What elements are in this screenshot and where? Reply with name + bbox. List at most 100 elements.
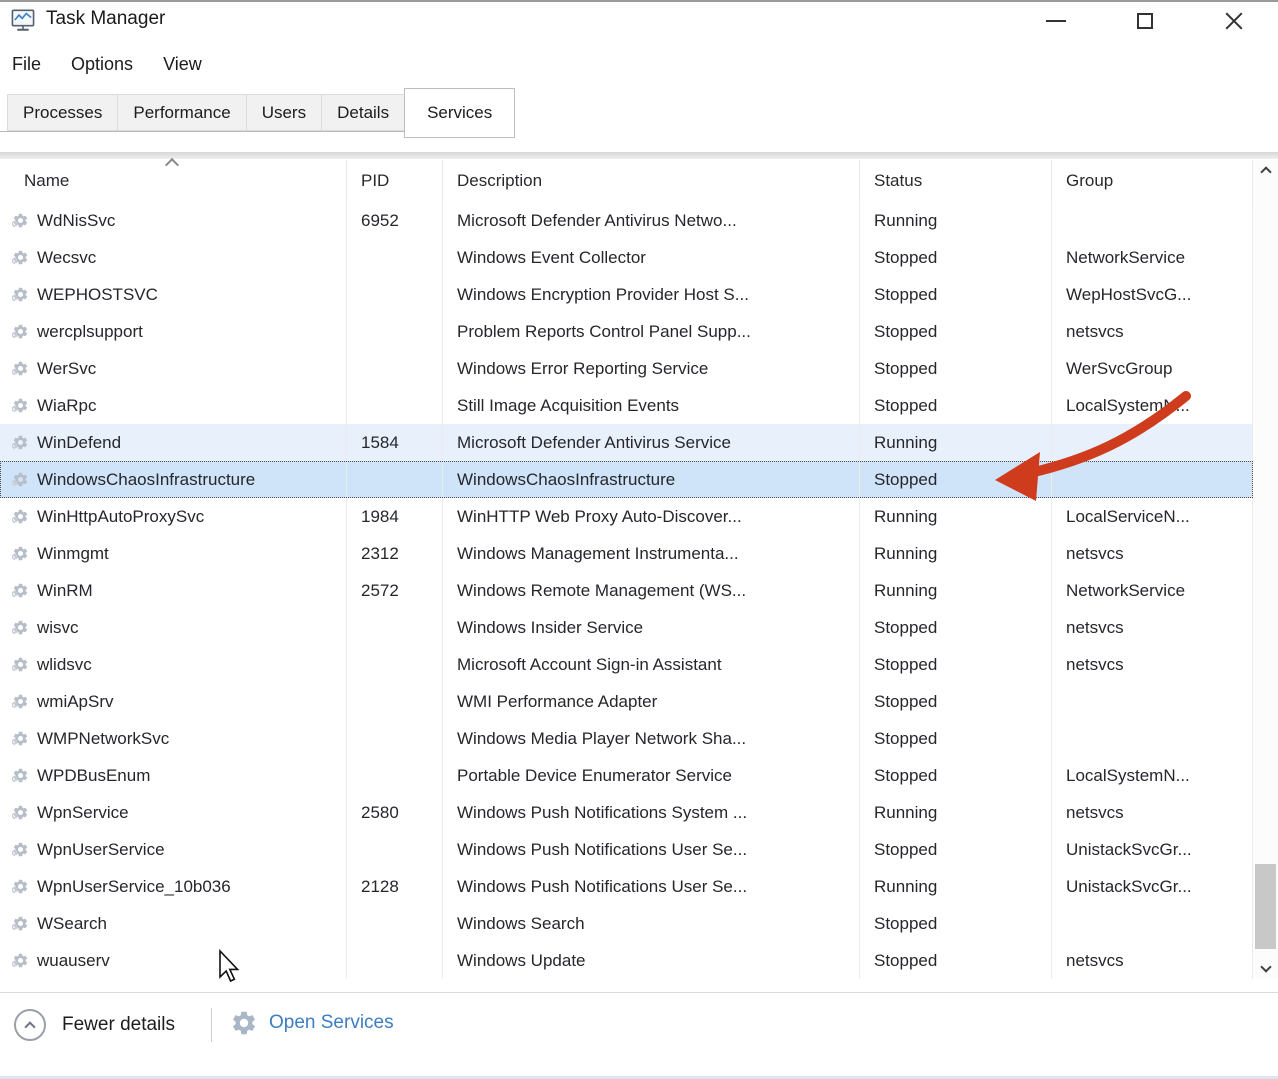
maximize-button[interactable]	[1100, 2, 1189, 40]
service-gear-icon	[12, 286, 29, 303]
service-status: Stopped	[860, 609, 1052, 646]
table-row[interactable]: WpnUserService_10b036 2128 Windows Push …	[0, 868, 1253, 905]
table-row[interactable]: wisvc Windows Insider Service Stopped ne…	[0, 609, 1253, 646]
tab-strip: ProcessesPerformanceUsersDetailsServices	[0, 88, 515, 132]
tab-divider	[0, 152, 1278, 159]
service-status: Running	[860, 572, 1052, 609]
service-name: WMPNetworkSvc	[37, 729, 169, 749]
table-row[interactable]: WindowsChaosInfrastructure WindowsChaosI…	[0, 461, 1253, 498]
service-gear-icon	[12, 619, 29, 636]
tab-performance[interactable]: Performance	[117, 94, 245, 131]
service-group: netsvcs	[1052, 609, 1253, 646]
minimize-button[interactable]	[1011, 2, 1100, 40]
footer-bar: Fewer details Open Services	[0, 992, 1278, 1079]
table-row[interactable]: WpnUserService Windows Push Notification…	[0, 831, 1253, 868]
table-row[interactable]: Winmgmt 2312 Windows Management Instrume…	[0, 535, 1253, 572]
table-row[interactable]: WSearch Windows Search Stopped	[0, 905, 1253, 942]
service-status: Stopped	[860, 683, 1052, 720]
column-header-status[interactable]: Status	[860, 160, 1052, 202]
table-row[interactable]: WiaRpc Still Image Acquisition Events St…	[0, 387, 1253, 424]
table-row[interactable]: WinDefend 1584 Microsoft Defender Antivi…	[0, 424, 1253, 461]
service-description: Still Image Acquisition Events	[443, 387, 860, 424]
service-pid	[347, 905, 443, 942]
table-row[interactable]: WEPHOSTSVC Windows Encryption Provider H…	[0, 276, 1253, 313]
menu-bar: File Options View	[0, 42, 1278, 88]
service-name: wercplsupport	[37, 322, 143, 342]
service-status: Stopped	[860, 350, 1052, 387]
service-gear-icon	[12, 841, 29, 858]
services-table: Name PID Description Status Group WdNisS…	[0, 160, 1253, 979]
service-group	[1052, 905, 1253, 942]
table-row[interactable]: WMPNetworkSvc Windows Media Player Netwo…	[0, 720, 1253, 757]
menu-options[interactable]: Options	[71, 54, 133, 75]
service-pid: 1584	[347, 424, 443, 461]
service-status: Running	[860, 794, 1052, 831]
service-status: Stopped	[860, 831, 1052, 868]
tab-processes[interactable]: Processes	[7, 94, 117, 131]
service-group: WerSvcGroup	[1052, 350, 1253, 387]
table-row[interactable]: WdNisSvc 6952 Microsoft Defender Antivir…	[0, 202, 1253, 239]
service-description: Windows Remote Management (WS...	[443, 572, 860, 609]
footer-divider	[211, 1008, 212, 1042]
column-header-pid[interactable]: PID	[347, 160, 443, 202]
service-gear-icon	[12, 878, 29, 895]
table-row[interactable]: wercplsupport Problem Reports Control Pa…	[0, 313, 1253, 350]
service-name: Wecsvc	[37, 248, 96, 268]
table-row[interactable]: WinRM 2572 Windows Remote Management (WS…	[0, 572, 1253, 609]
service-pid	[347, 239, 443, 276]
service-name: WdNisSvc	[37, 211, 115, 231]
service-name: WinHttpAutoProxySvc	[37, 507, 204, 527]
open-services-link[interactable]: Open Services	[230, 1009, 394, 1037]
service-gear-icon	[12, 397, 29, 414]
service-group	[1052, 202, 1253, 239]
service-group: LocalServiceN...	[1052, 498, 1253, 535]
tab-services[interactable]: Services	[404, 88, 515, 138]
menu-view[interactable]: View	[163, 54, 202, 75]
service-description: Windows Update	[443, 942, 860, 979]
table-row[interactable]: Wecsvc Windows Event Collector Stopped N…	[0, 239, 1253, 276]
table-row[interactable]: WpnService 2580 Windows Push Notificatio…	[0, 794, 1253, 831]
service-pid	[347, 350, 443, 387]
tab-details[interactable]: Details	[321, 94, 404, 131]
service-group: LocalSystemN...	[1052, 757, 1253, 794]
service-name: Winmgmt	[37, 544, 109, 564]
table-row[interactable]: WinHttpAutoProxySvc 1984 WinHTTP Web Pro…	[0, 498, 1253, 535]
scroll-up-button[interactable]	[1253, 160, 1278, 184]
table-row[interactable]: WerSvc Windows Error Reporting Service S…	[0, 350, 1253, 387]
service-gear-icon	[12, 656, 29, 673]
scroll-down-button[interactable]	[1253, 955, 1278, 979]
close-button[interactable]	[1189, 2, 1278, 40]
table-row[interactable]: wlidsvc Microsoft Account Sign-in Assist…	[0, 646, 1253, 683]
service-pid	[347, 609, 443, 646]
chevron-up-circle-icon	[14, 1009, 46, 1041]
table-row[interactable]: wuauserv Windows Update Stopped netsvcs	[0, 942, 1253, 979]
service-description: Windows Search	[443, 905, 860, 942]
table-row[interactable]: wmiApSrv WMI Performance Adapter Stopped	[0, 683, 1253, 720]
table-row[interactable]: WPDBusEnum Portable Device Enumerator Se…	[0, 757, 1253, 794]
service-name: WPDBusEnum	[37, 766, 150, 786]
service-status: Stopped	[860, 461, 1052, 498]
tab-users[interactable]: Users	[246, 94, 321, 131]
close-icon	[1224, 11, 1244, 31]
service-status: Running	[860, 498, 1052, 535]
service-gear-icon	[12, 915, 29, 932]
service-description: Microsoft Defender Antivirus Service	[443, 424, 860, 461]
service-status: Stopped	[860, 276, 1052, 313]
service-status: Running	[860, 535, 1052, 572]
service-gear-icon	[12, 508, 29, 525]
service-status: Stopped	[860, 387, 1052, 424]
service-pid	[347, 646, 443, 683]
column-header-description[interactable]: Description	[443, 160, 860, 202]
service-pid	[347, 757, 443, 794]
service-status: Stopped	[860, 905, 1052, 942]
service-gear-icon	[12, 360, 29, 377]
service-name: wmiApSrv	[37, 692, 114, 712]
column-header-group[interactable]: Group	[1052, 160, 1253, 202]
services-gear-icon	[230, 1009, 258, 1037]
fewer-details-button[interactable]: Fewer details	[14, 1009, 175, 1041]
service-name: WEPHOSTSVC	[37, 285, 158, 305]
service-pid	[347, 387, 443, 424]
scrollbar-thumb[interactable]	[1255, 864, 1276, 949]
vertical-scrollbar[interactable]	[1253, 160, 1278, 979]
menu-file[interactable]: File	[12, 54, 41, 75]
